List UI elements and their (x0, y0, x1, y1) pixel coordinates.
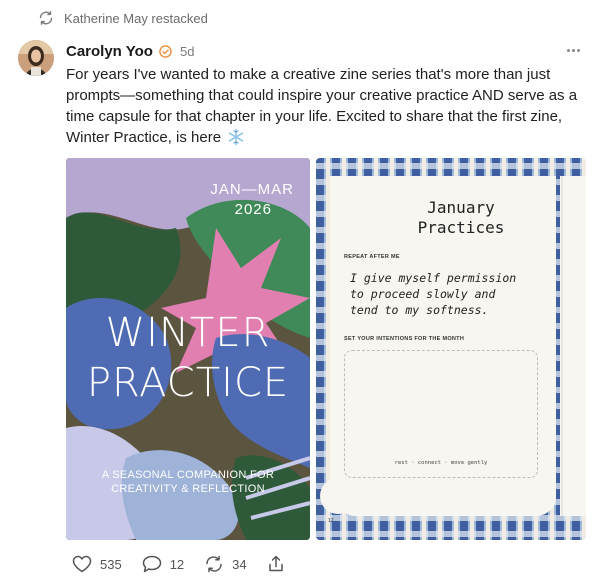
affirmation: I give myself permission to proceed slow… (350, 270, 560, 318)
affirmation-line3: tend to my softness. (350, 303, 489, 317)
share-icon (267, 555, 285, 573)
comment-icon (142, 555, 162, 573)
restack-icon (38, 10, 54, 26)
snowflake-icon (227, 128, 245, 146)
share-button[interactable] (267, 555, 285, 573)
verified-icon (159, 44, 172, 58)
page-title: January Practices (366, 198, 556, 238)
intent-label: SET YOUR INTENTIONS FOR THE MONTH (344, 336, 465, 342)
page-title-line2: Practices (417, 218, 505, 237)
cover-title-line2: PRACTICE (86, 360, 290, 406)
affirmation-line2: to proceed slowly and (350, 287, 496, 301)
repeat-label: REPEAT AFTER ME (344, 254, 400, 260)
comment-count: 12 (169, 556, 185, 572)
cover-title-line1: WINTER (105, 310, 271, 356)
post-actions: 535 12 34 (72, 552, 305, 576)
post-text: For years I've wanted to make a creative… (66, 64, 586, 148)
restack-text[interactable]: Katherine May restacked (64, 11, 208, 26)
restack-notice: Katherine May restacked (38, 8, 208, 28)
like-count: 535 (100, 556, 122, 572)
post-header: Carolyn Yoo 5d (66, 40, 194, 62)
avatar[interactable] (18, 40, 54, 76)
restack-icon (204, 555, 224, 573)
page-number: 12 (328, 518, 334, 524)
cover-date-months: JAN—MAR (210, 181, 294, 198)
comment-button[interactable]: 12 (142, 555, 184, 573)
cover-title: WINTER PRACTICE (66, 308, 310, 408)
page-title-line1: January (427, 198, 495, 217)
like-button[interactable]: 535 (72, 555, 122, 573)
cover-date: JAN—MAR 2026 (66, 180, 310, 220)
cover-subtitle: A SEASONAL COMPANION FOR CREATIVITY & RE… (101, 469, 275, 495)
heart-icon (72, 555, 92, 573)
author-name[interactable]: Carolyn Yoo (66, 43, 153, 60)
page-image[interactable]: January Practices REPEAT AFTER ME I give… (316, 158, 586, 540)
restack-button[interactable]: 34 (204, 555, 247, 573)
post-time[interactable]: 5d (180, 44, 194, 59)
cover-image[interactable]: JAN—MAR 2026 WINTER PRACTICE A SEASONAL … (66, 158, 310, 540)
affirmation-line1: I give myself permission (350, 271, 517, 285)
more-icon[interactable] (562, 42, 584, 58)
restack-count: 34 (232, 556, 247, 572)
intent-footer: rest · connect · move gently (394, 460, 488, 466)
cover-date-year: 2026 (234, 201, 272, 218)
intent-box (344, 350, 538, 478)
post-text-content: For years I've wanted to make a creative… (66, 66, 578, 146)
